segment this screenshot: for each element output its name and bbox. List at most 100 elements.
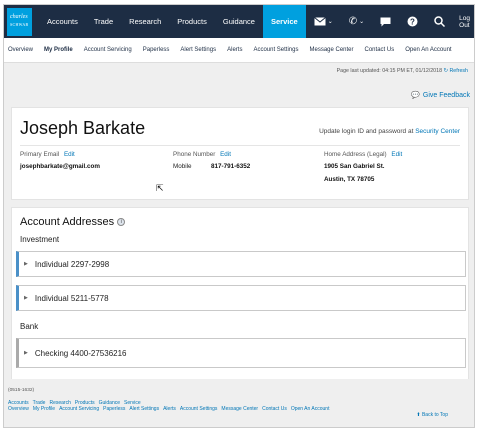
expand-triangle-icon: ▶ (24, 295, 28, 301)
profile-name: Joseph Barkate (20, 118, 146, 138)
footer-link[interactable]: Open An Account (291, 406, 330, 412)
subnav-alerts[interactable]: Alerts (227, 47, 242, 53)
back-to-top-label: Back to Top (421, 412, 448, 418)
account-addresses-card: Account Addresses i Investment ▶ Individ… (11, 207, 469, 379)
refresh-link[interactable]: ↻ Refresh (444, 68, 468, 74)
logout-link[interactable]: Log Out (453, 15, 474, 29)
nav-research[interactable]: Research (121, 5, 169, 38)
subnav-contact-us[interactable]: Contact Us (365, 47, 395, 53)
phone-column: Phone Number Edit Mobile 817-791-6352 (173, 151, 250, 170)
main-nav-links: Accounts Trade Research Products Guidanc… (39, 5, 306, 38)
info-icon[interactable]: i (117, 218, 126, 226)
footer-code: (0515-1632) (8, 388, 35, 393)
security-center-link[interactable]: Security Center (415, 128, 460, 135)
email-label: Primary Email (20, 151, 60, 158)
home-label: Home Address (Legal) (324, 151, 387, 158)
footer-link[interactable]: Account Servicing (59, 406, 99, 412)
help-icon: ? (407, 16, 418, 27)
expand-triangle-icon: ▶ (24, 261, 28, 267)
email-edit-link[interactable]: Edit (64, 151, 75, 158)
help-button[interactable]: ? (399, 16, 426, 27)
profile-card: Joseph Barkate Update login ID and passw… (11, 107, 469, 200)
arrow-up-icon: ⬆ (416, 412, 421, 418)
footer-link[interactable]: Message Center (221, 406, 258, 412)
account-row-bank-1[interactable]: ▶ Checking 4400-27536216 (16, 338, 466, 368)
email-label-row: Primary Email Edit (20, 151, 100, 158)
footer-link[interactable]: Contact Us (262, 406, 287, 412)
expand-triangle-icon: ▶ (24, 350, 28, 356)
phone-menu[interactable]: ✆ ⌄ (341, 16, 372, 27)
chat-icon (380, 17, 391, 26)
addresses-title-row: Account Addresses i (20, 216, 126, 228)
mouse-cursor-icon: ⇱ (156, 183, 164, 193)
footer-link[interactable]: Overview (8, 406, 29, 412)
refresh-label: Refresh (449, 68, 468, 74)
logo-line1: charles (10, 13, 28, 20)
nav-accounts[interactable]: Accounts (39, 5, 86, 38)
schwab-logo[interactable]: charles SCHWAB (7, 7, 32, 36)
login-update-text: Update login ID and password at Security… (319, 128, 460, 135)
sub-navigation: Overview My Profile Account Servicing Pa… (4, 38, 474, 63)
chat-button[interactable] (372, 17, 399, 27)
logo-line2: SCHWAB (10, 21, 29, 27)
phone-icon: ✆ (348, 16, 358, 27)
back-to-top-link[interactable]: ⬆ Back to Top (416, 412, 448, 418)
account-label: Checking 4400-27536216 (34, 348, 127, 358)
nav-icons: ⌄ ✆ ⌄ ? Log Out (306, 5, 474, 38)
footer-link[interactable]: My Profile (33, 406, 55, 412)
phone-edit-link[interactable]: Edit (220, 151, 231, 158)
home-line1: 1905 San Gabriel St. (324, 163, 385, 170)
subnav-my-profile[interactable]: My Profile (44, 47, 73, 53)
account-label: Individual 2297-2998 (34, 259, 110, 269)
phone-label-row: Phone Number Edit (173, 151, 250, 158)
subnav-overview[interactable]: Overview (8, 47, 33, 53)
nav-service[interactable]: Service (262, 5, 306, 38)
search-icon (434, 16, 446, 27)
phone-value: 817-791-6352 (211, 163, 251, 170)
footer-links: Accounts Trade Research Products Guidanc… (8, 400, 368, 412)
refresh-icon: ↻ (443, 68, 448, 74)
account-row-investment-2[interactable]: ▶ Individual 5211-5778 (16, 285, 466, 311)
subnav-paperless[interactable]: Paperless (143, 47, 170, 53)
account-row-investment-1[interactable]: ▶ Individual 2297-2998 (16, 251, 466, 277)
chevron-down-icon: ⌄ (359, 19, 365, 25)
envelope-icon (313, 17, 326, 26)
subnav-alert-settings[interactable]: Alert Settings (180, 47, 216, 53)
investment-label: Investment (20, 235, 60, 244)
footer-link[interactable]: Account Settings (180, 406, 218, 412)
email-value: josephbarkate@gmail.com (20, 163, 100, 170)
footer-link[interactable]: Alert Settings (129, 406, 159, 412)
search-button[interactable] (426, 16, 453, 27)
nav-guidance[interactable]: Guidance (215, 5, 263, 38)
phone-row: Mobile 817-791-6352 (173, 163, 250, 170)
nav-trade[interactable]: Trade (86, 5, 121, 38)
mail-menu[interactable]: ⌄ (306, 17, 341, 26)
home-address-column: Home Address (Legal) Edit 1905 San Gabri… (324, 151, 402, 183)
home-line2: Austin, TX 78705 (324, 176, 375, 183)
subnav-open-account[interactable]: Open An Account (405, 47, 451, 53)
chevron-down-icon: ⌄ (327, 19, 333, 25)
addresses-title: Account Addresses (20, 216, 115, 228)
bank-label: Bank (20, 322, 39, 331)
svg-text:?: ? (410, 17, 415, 26)
account-label: Individual 5211-5778 (34, 293, 109, 303)
page-footer: (0515-1632) Accounts Trade Research Prod… (4, 385, 474, 427)
nav-products[interactable]: Products (169, 5, 215, 38)
give-feedback-link[interactable]: 💬 Give Feedback (411, 91, 470, 100)
phone-label: Phone Number (173, 151, 216, 158)
top-navigation: charles SCHWAB Accounts Trade Research P… (4, 5, 474, 38)
divider (20, 145, 460, 146)
last-updated: Page last updated: 04:15 PM ET, 01/12/20… (337, 68, 468, 74)
subnav-message-center[interactable]: Message Center (309, 47, 353, 53)
footer-link[interactable]: Alerts (163, 406, 176, 412)
email-column: Primary Email Edit josephbarkate@gmail.c… (20, 151, 100, 170)
home-edit-link[interactable]: Edit (391, 151, 402, 158)
home-label-row: Home Address (Legal) Edit (324, 151, 402, 158)
footer-link[interactable]: Paperless (103, 406, 125, 412)
feedback-icon: 💬 (411, 92, 420, 99)
subnav-account-settings[interactable]: Account Settings (253, 47, 298, 53)
feedback-label: Give Feedback (422, 91, 470, 99)
browser-frame: charles SCHWAB Accounts Trade Research P… (3, 4, 475, 428)
phone-type: Mobile (173, 163, 192, 170)
subnav-account-servicing[interactable]: Account Servicing (84, 47, 132, 53)
